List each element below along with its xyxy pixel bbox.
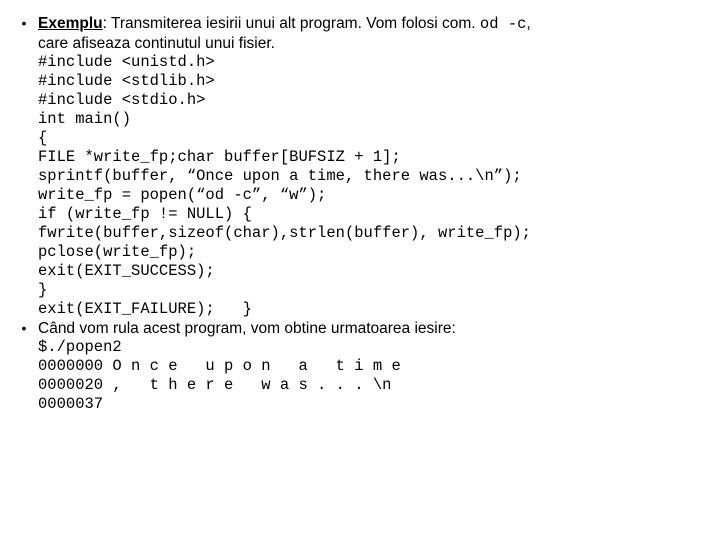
intro-text-1: : Transmiterea iesirii unui alt program.… bbox=[103, 15, 480, 32]
example-label: Exemplu bbox=[38, 15, 103, 32]
code-line: if (write_fp != NULL) { bbox=[38, 205, 252, 223]
bullet-2: • Când vom rula acest program, vom obtin… bbox=[10, 319, 710, 414]
example-intro: Exemplu: Transmiterea iesirii unui alt p… bbox=[38, 14, 710, 53]
intro-command: od -c bbox=[480, 15, 527, 33]
slide: • Exemplu: Transmiterea iesirii unui alt… bbox=[0, 0, 720, 424]
code-line: fwrite(buffer,sizeof(char),strlen(buffer… bbox=[38, 224, 531, 242]
bullet-1: • Exemplu: Transmiterea iesirii unui alt… bbox=[10, 14, 710, 319]
output-intro-text: Când vom rula acest program, vom obtine … bbox=[38, 320, 456, 337]
code-line: pclose(write_fp); bbox=[38, 243, 196, 261]
bullet-dot-icon: • bbox=[10, 14, 38, 33]
code-line: write_fp = popen(“od -c”, “w”); bbox=[38, 186, 326, 204]
code-line: #include <stdlib.h> bbox=[38, 72, 215, 90]
code-line: { bbox=[38, 129, 47, 147]
output-line: 0000000 O n c e u p o n a t i m e bbox=[38, 357, 401, 375]
code-line: exit(EXIT_FAILURE); } bbox=[38, 300, 252, 318]
output-intro: Când vom rula acest program, vom obtine … bbox=[38, 319, 710, 338]
code-line: } bbox=[38, 281, 47, 299]
bullet-dot-icon: • bbox=[10, 319, 38, 338]
output-block: $./popen2 0000000 O n c e u p o n a t i … bbox=[38, 338, 710, 414]
intro-comma: , bbox=[526, 15, 530, 32]
code-line: #include <stdio.h> bbox=[38, 91, 205, 109]
output-line: 0000020 , t h e r e w a s . . . \n bbox=[38, 376, 391, 394]
code-line: sprintf(buffer, “Once upon a time, there… bbox=[38, 167, 522, 185]
bullet-2-content: Când vom rula acest program, vom obtine … bbox=[38, 319, 710, 414]
output-line: $./popen2 bbox=[38, 338, 122, 356]
intro-text-2: care afiseaza continutul unui fisier. bbox=[38, 35, 275, 52]
bullet-1-content: Exemplu: Transmiterea iesirii unui alt p… bbox=[38, 14, 710, 319]
output-line: 0000037 bbox=[38, 395, 103, 413]
code-line: FILE *write_fp;char buffer[BUFSIZ + 1]; bbox=[38, 148, 401, 166]
code-line: int main() bbox=[38, 110, 131, 128]
code-line: exit(EXIT_SUCCESS); bbox=[38, 262, 215, 280]
code-block: #include <unistd.h> #include <stdlib.h> … bbox=[38, 53, 710, 319]
code-line: #include <unistd.h> bbox=[38, 53, 215, 71]
